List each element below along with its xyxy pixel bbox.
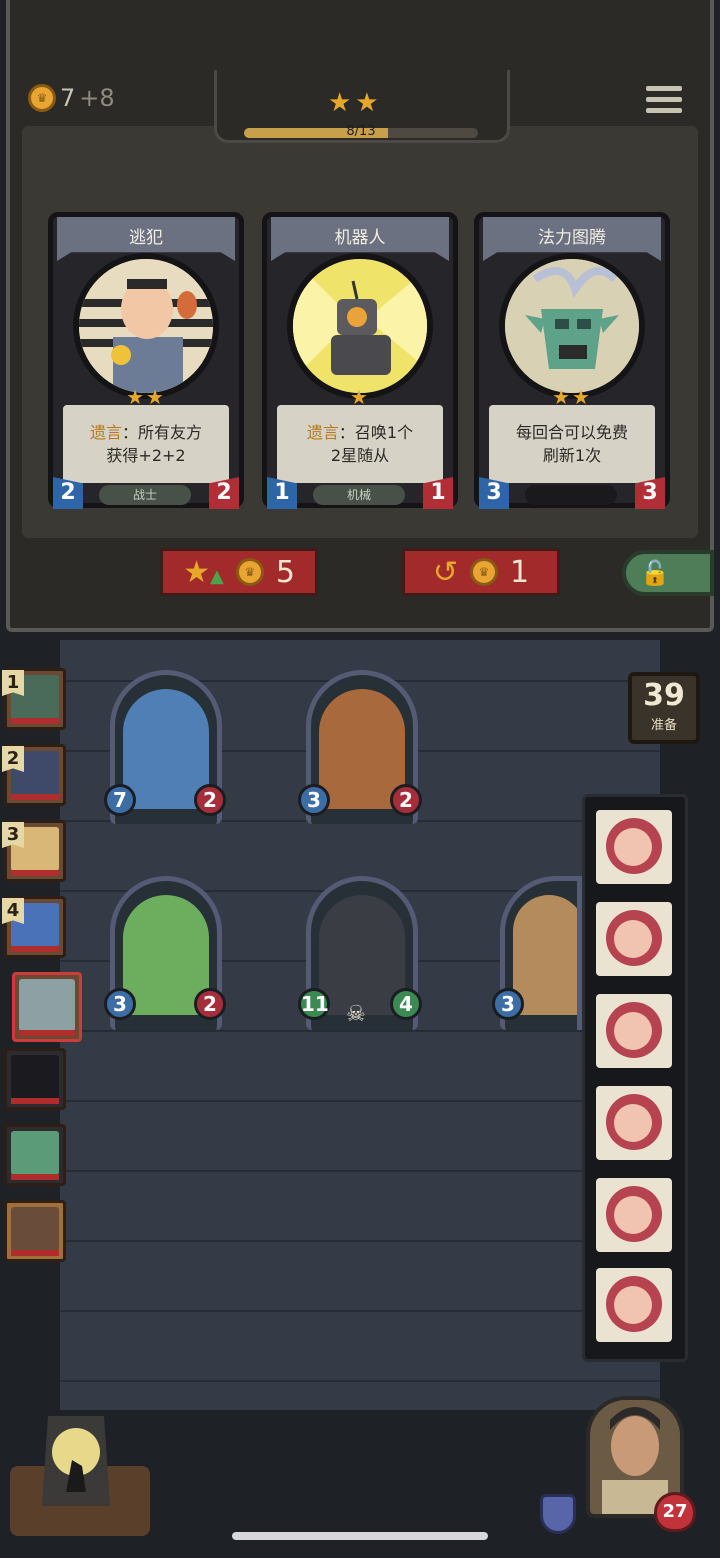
card-desc-line1: ：召唤1个 [338, 423, 414, 442]
otter-portrait [513, 895, 577, 1015]
minion-attack: 3 [492, 988, 524, 1020]
card-desc-line2: 2星随从 [330, 446, 390, 465]
card-description: 遗言：召唤1个 2星随从 [277, 405, 443, 483]
rank-badge: 1 [2, 670, 24, 696]
card-keyword: 遗言 [306, 423, 339, 442]
emote-sweat-button[interactable] [596, 1268, 672, 1342]
upgrade-cost: 5 [275, 554, 295, 590]
timer-label: 准备 [650, 718, 677, 733]
gold-coin-icon: ♛ [470, 558, 499, 586]
card-name: 法力图腾 [538, 228, 606, 248]
lock-icon: 🔓 [640, 559, 670, 587]
home-indicator[interactable] [232, 1532, 488, 1540]
shield-icon [540, 1494, 576, 1534]
card-desc-line2: 刷新1次 [542, 446, 602, 465]
card-description: 每回合可以免费 刷新1次 [489, 405, 655, 483]
xp-text: 8/13 [346, 124, 376, 139]
refresh-icon: ↺ [432, 554, 459, 590]
star-up-icon: ★▲ [183, 554, 224, 590]
menu-icon[interactable] [646, 86, 682, 116]
minion-attack: 7 [104, 784, 136, 816]
card-desc-line2: 获得+2+2 [106, 446, 186, 465]
card-portrait-fugitive [73, 253, 219, 399]
card-desc-line1: 每回合可以免费 [515, 423, 628, 442]
card-tribe-tag: 机械 [313, 485, 405, 505]
avatar [11, 1055, 59, 1099]
shop-card-3[interactable]: 法力图腾 ★★ 每回合可以免费 刷新1次 3 3 [474, 212, 670, 509]
avatar [11, 1207, 59, 1251]
card-portrait-mana-totem [499, 253, 645, 399]
minion-health: 4 [390, 988, 422, 1020]
ready-timer: 39 准备 [628, 672, 700, 744]
card-description: 遗言：所有友方 获得+2+2 [63, 405, 229, 483]
emote-angry-button[interactable] [596, 1086, 672, 1160]
hero-health: 27 [654, 1492, 696, 1532]
timer-value: 39 [643, 678, 685, 713]
card-name: 逃犯 [129, 228, 163, 248]
minion-health: 2 [390, 784, 422, 816]
minion-health: 2 [194, 988, 226, 1020]
emote-laugh-button[interactable] [596, 810, 672, 884]
roster-player-self[interactable] [4, 1200, 66, 1262]
gold-income: +8 [79, 84, 115, 112]
minion-attack: 11 [298, 988, 330, 1020]
refresh-cost: 1 [510, 554, 530, 590]
shop-card-1[interactable]: 逃犯 ★★ 遗言：所有友方 获得+2+2 战士 2 2 [48, 212, 244, 509]
wolf-moon-icon[interactable] [10, 1396, 150, 1536]
gold-coin-icon: ♛ [28, 84, 56, 112]
roster-player-7[interactable] [4, 1124, 66, 1186]
card-desc-line1: ：所有友方 [122, 423, 203, 442]
gold-coin-icon: ♛ [235, 558, 264, 586]
refresh-shop-button[interactable]: ↺ ♛ 1 [402, 548, 560, 596]
lock-shop-button[interactable]: 🔓 [622, 550, 714, 596]
skull-icon: ☠ [346, 1002, 366, 1027]
gold-current: 7 [60, 84, 76, 112]
rank-badge: 4 [2, 898, 24, 924]
emote-thumbs-up-button[interactable] [596, 902, 672, 976]
minion-attack: 3 [298, 784, 330, 816]
emote-sad-button[interactable] [596, 1178, 672, 1252]
card-keyword: 遗言 [89, 423, 122, 442]
gold-display: ♛ 7 +8 [28, 80, 115, 116]
roster-player-6[interactable] [4, 1048, 66, 1110]
roster-player-current-opponent[interactable] [12, 972, 82, 1042]
minion-health: 2 [194, 784, 226, 816]
shop-card-2[interactable]: 机器人 ★ 遗言：召唤1个 2星随从 机械 1 1 [262, 212, 458, 509]
emote-wave-button[interactable] [596, 994, 672, 1068]
card-name: 机器人 [334, 228, 386, 248]
minion-attack: 3 [104, 988, 136, 1020]
rank-badge: 3 [2, 822, 24, 848]
upgrade-tier-button[interactable]: ★▲ ♛ 5 [160, 548, 318, 596]
card-tribe-tag [525, 485, 617, 505]
rank-badge: 2 [2, 746, 24, 772]
tier-stars: ★★ [328, 88, 383, 118]
avatar [11, 1131, 59, 1175]
card-portrait-robot [287, 253, 433, 399]
avatar [19, 979, 75, 1031]
card-tribe-tag: 战士 [99, 485, 191, 505]
